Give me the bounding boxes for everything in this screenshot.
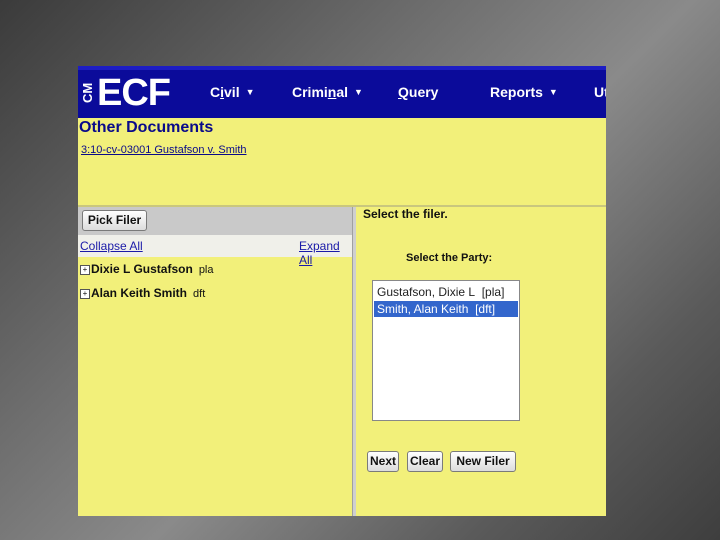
select-party-label: Select the Party: xyxy=(406,252,493,264)
clear-button[interactable]: Clear xyxy=(407,451,443,472)
menu-criminal-label: Criminal xyxy=(292,84,349,100)
menu-civil-label: Civil xyxy=(210,84,240,100)
party-role: pla xyxy=(198,264,214,276)
next-button[interactable]: Next xyxy=(367,451,399,472)
menu-criminal[interactable]: Criminal ▼ xyxy=(292,84,363,100)
expand-all-link[interactable]: Expand All xyxy=(299,239,352,267)
expand-bar: Collapse All Expand All xyxy=(78,235,352,267)
menu-reports-label: Reports xyxy=(490,84,543,100)
party-listbox[interactable]: Gustafson, Dixie L [pla] Smith, Alan Kei… xyxy=(372,280,520,421)
cmecf-window: CM ECF Civil ▼ Criminal ▼ Query Reports ▼ U… xyxy=(78,66,606,516)
expand-icon[interactable]: + xyxy=(80,289,90,299)
menu-reports[interactable]: Reports ▼ xyxy=(490,84,558,100)
collapse-all-link[interactable]: Collapse All xyxy=(80,239,143,253)
left-toolbar: Pick Filer xyxy=(78,207,352,235)
chevron-down-icon: ▼ xyxy=(354,87,363,97)
party-name: Alan Keith Smith xyxy=(91,286,188,300)
menu-query[interactable]: Query xyxy=(398,84,438,100)
party-role: dft xyxy=(193,288,206,300)
party-option-role: [dft] xyxy=(475,302,496,316)
left-pane: Pick Filer Collapse All Expand All + Dixi… xyxy=(78,207,352,516)
party-option-name: Gustafson, Dixie L xyxy=(377,285,476,299)
menu-query-label: Query xyxy=(398,84,439,100)
cmecf-logo[interactable]: CM ECF xyxy=(80,72,171,114)
top-nav-bar: CM ECF Civil ▼ Criminal ▼ Query Reports ▼ U… xyxy=(78,66,606,118)
logo-text: ECF xyxy=(97,72,171,114)
expand-icon[interactable]: + xyxy=(80,265,90,275)
party-option-selected[interactable]: Smith, Alan Keith [dft] xyxy=(374,301,518,317)
case-link[interactable]: 3:10-cv-03001 Gustafson v. Smith xyxy=(81,144,247,156)
select-filer-heading: Select the filer. xyxy=(363,207,448,221)
party-tree-row[interactable]: + Dixie L Gustafson pla xyxy=(80,262,214,276)
party-option[interactable]: Gustafson, Dixie L [pla] xyxy=(374,284,518,300)
pick-filer-button[interactable]: Pick Filer xyxy=(82,210,147,231)
menu-civil[interactable]: Civil ▼ xyxy=(210,84,255,100)
party-tree-row[interactable]: + Alan Keith Smith dft xyxy=(80,286,205,300)
page-title: Other Documents xyxy=(79,119,214,136)
party-option-name: Smith, Alan Keith xyxy=(377,302,469,316)
chevron-down-icon: ▼ xyxy=(245,87,255,97)
menu-utilities-label: Ut xyxy=(594,84,606,100)
chevron-down-icon: ▼ xyxy=(548,87,558,97)
menu-utilities[interactable]: Ut xyxy=(594,84,606,100)
party-name: Dixie L Gustafson xyxy=(91,262,193,276)
logo-prefix: CM xyxy=(80,82,95,104)
new-filer-button[interactable]: New Filer xyxy=(450,451,516,472)
party-option-role: [pla] xyxy=(481,285,505,299)
